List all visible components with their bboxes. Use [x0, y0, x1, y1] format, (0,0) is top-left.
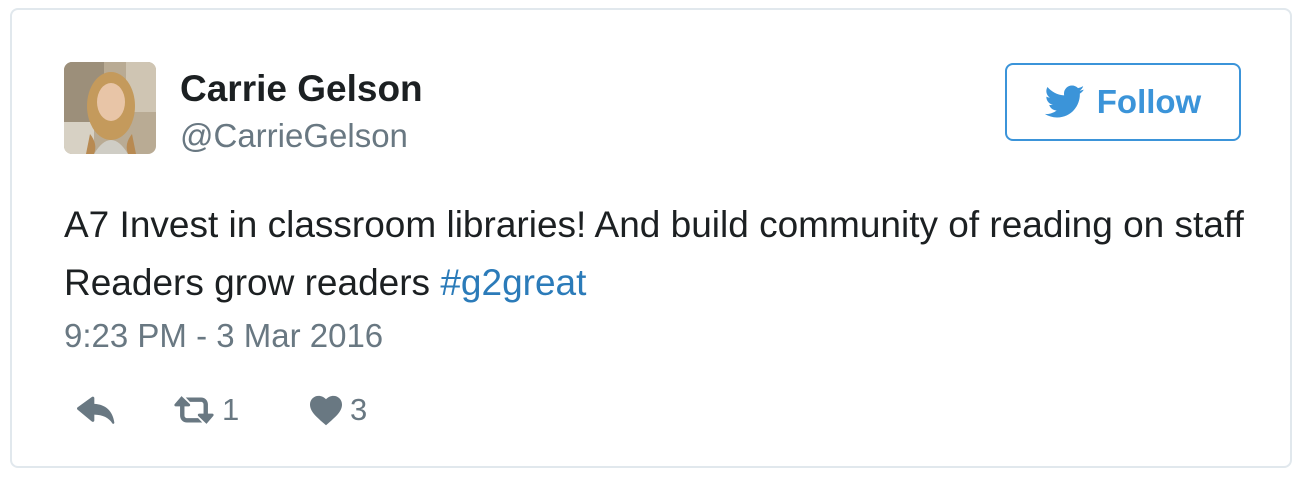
follow-button[interactable]: Follow [1005, 63, 1241, 141]
retweet-icon [174, 396, 214, 424]
reply-icon [77, 396, 115, 424]
like-count: 3 [350, 392, 368, 427]
tweet-timestamp[interactable]: 9:23 PM - 3 Mar 2016 [64, 317, 383, 355]
tweet-card: Carrie Gelson @CarrieGelson Follow A7 In… [10, 8, 1292, 468]
avatar-image [64, 62, 156, 154]
heart-icon [310, 395, 342, 426]
tweet-text: A7 Invest in classroom libraries! And bu… [64, 196, 1264, 312]
like-button[interactable]: 3 [308, 388, 367, 432]
retweet-count: 1 [222, 392, 240, 427]
author-handle[interactable]: @CarrieGelson [180, 117, 408, 155]
hashtag-link[interactable]: #g2great [440, 262, 586, 303]
tweet-body-text: A7 Invest in classroom libraries! And bu… [64, 204, 1244, 303]
avatar[interactable] [64, 62, 156, 154]
reply-button[interactable] [76, 388, 116, 432]
retweet-button[interactable]: 1 [172, 388, 239, 432]
twitter-bird-icon [1044, 85, 1085, 118]
follow-button-label: Follow [1096, 83, 1202, 120]
author-display-name[interactable]: Carrie Gelson [180, 68, 423, 110]
